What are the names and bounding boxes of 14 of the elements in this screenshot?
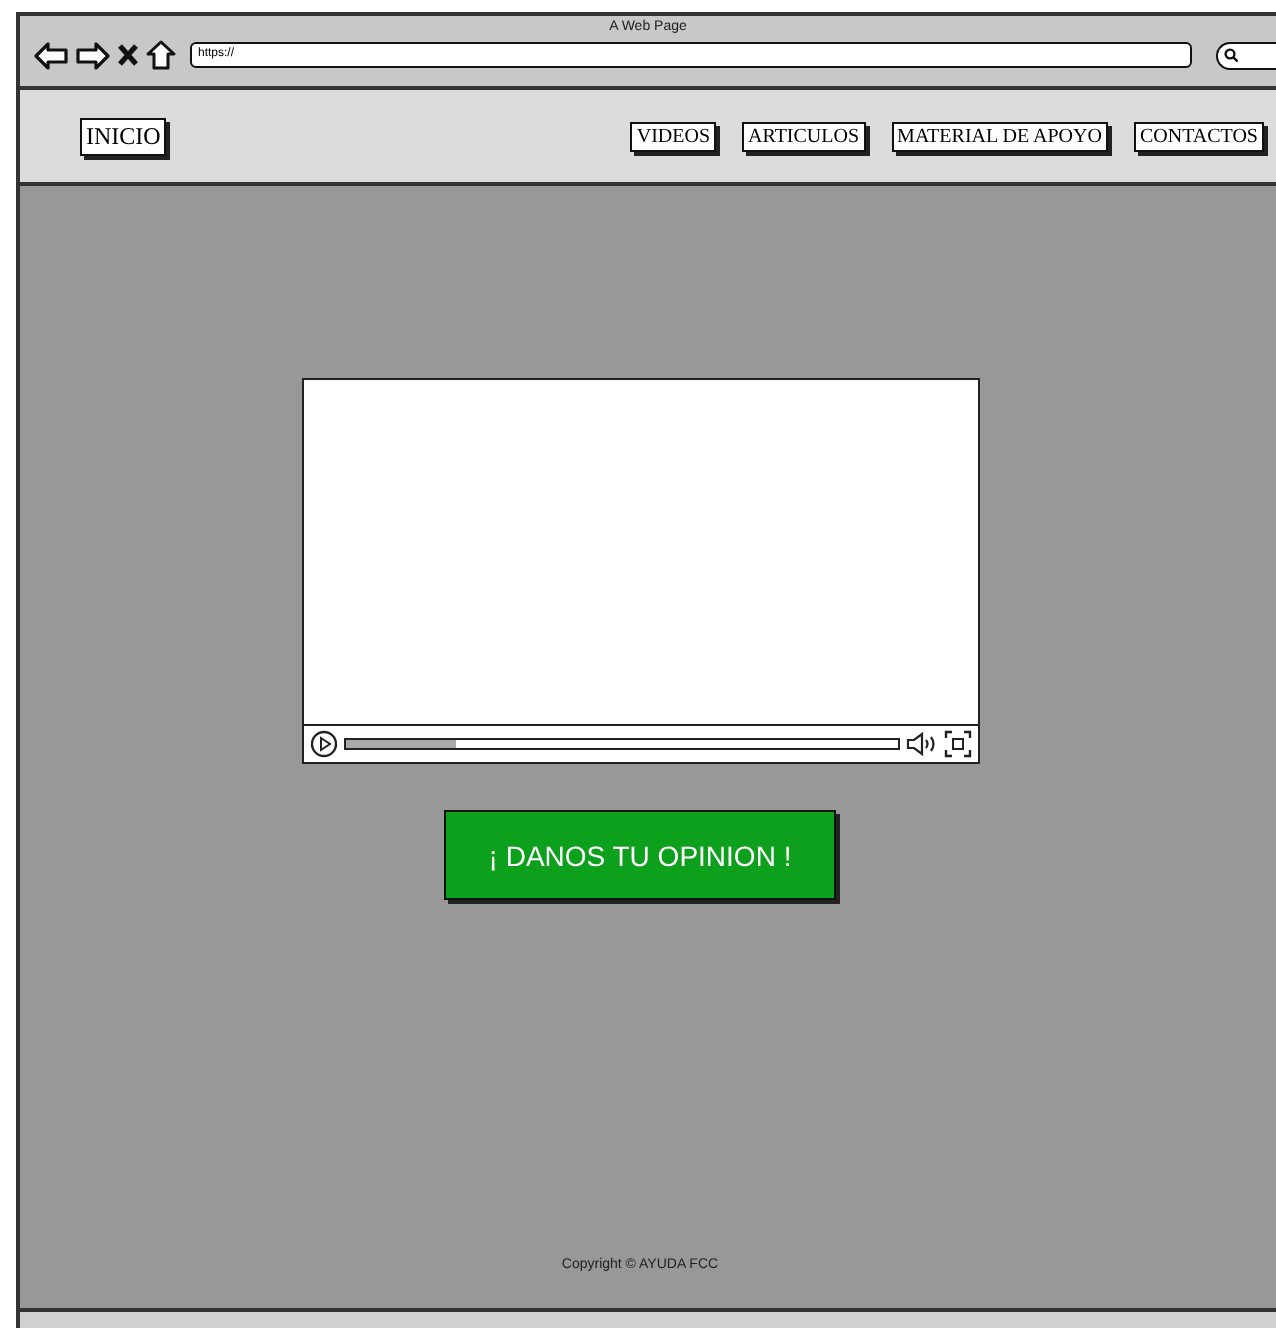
home-link[interactable]: INICIO [80,117,167,155]
volume-icon[interactable] [905,732,937,756]
close-icon[interactable] [118,44,138,66]
back-icon[interactable] [34,41,68,69]
nav-link[interactable]: CONTACTOS [1133,121,1264,151]
nav-link[interactable]: ARTICULOS [742,121,866,151]
nav-link[interactable]: MATERIAL DE APOYO [891,121,1108,151]
search-field[interactable] [1216,41,1276,69]
nav-link[interactable]: VIDEOS [630,121,717,151]
forward-icon[interactable] [76,41,110,69]
search-icon [1224,48,1238,62]
fullscreen-icon[interactable] [943,730,971,758]
play-icon[interactable] [309,730,337,758]
progress-track[interactable] [343,738,899,750]
